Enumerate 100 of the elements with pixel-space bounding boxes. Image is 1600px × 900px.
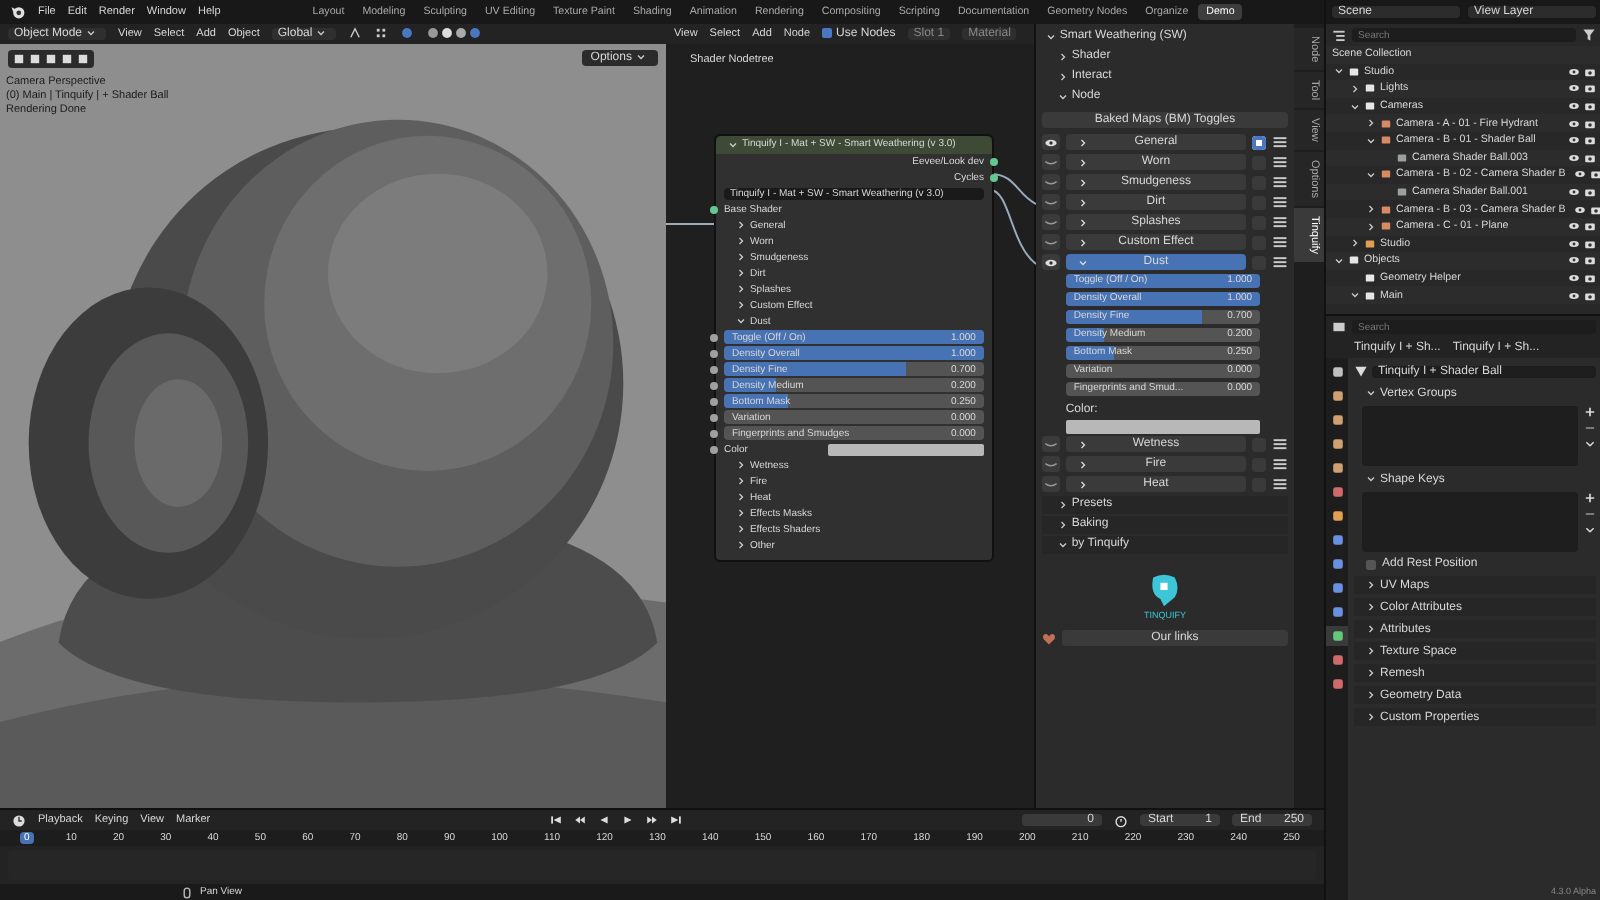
eye-icon[interactable]	[1573, 203, 1586, 216]
list-menu-icon[interactable]	[1272, 194, 1289, 211]
visibility-toggle[interactable]	[1041, 234, 1060, 251]
eye-icon[interactable]	[1568, 272, 1580, 285]
chevron-down-icon	[635, 52, 646, 63]
shader-node[interactable]	[713, 133, 994, 562]
mesh-data-icon	[1354, 364, 1368, 378]
display-mode-icon[interactable]	[1332, 28, 1346, 42]
chevron-right-icon[interactable]	[1366, 221, 1376, 232]
chevron-down-icon[interactable]	[1334, 66, 1344, 77]
editor-type-icon[interactable]	[1332, 320, 1346, 334]
camera-icon[interactable]	[1584, 65, 1596, 78]
chevron-down-icon[interactable]	[727, 139, 738, 150]
eye-icon[interactable]	[1568, 186, 1580, 199]
chevron-down-icon	[1045, 31, 1056, 42]
visibility-toggle[interactable]	[1041, 174, 1060, 191]
chevron-down-icon	[1366, 474, 1376, 484]
chevron-down-icon[interactable]	[1334, 255, 1344, 266]
chevron-down-icon	[86, 28, 97, 39]
list-menu-icon[interactable]	[1272, 214, 1289, 231]
mouse-icon	[180, 885, 194, 899]
blender-logo-icon[interactable]	[10, 3, 26, 20]
visibility-toggle[interactable]	[1041, 456, 1060, 473]
eye-icon[interactable]	[1573, 168, 1586, 181]
list-menu-icon[interactable]	[1272, 436, 1289, 453]
chevron-down-icon	[735, 316, 746, 327]
overlay-icon[interactable]	[400, 26, 415, 41]
list-menu-icon[interactable]	[1272, 234, 1289, 251]
socket[interactable]	[709, 205, 718, 214]
chevron-right-icon	[1366, 646, 1376, 656]
camera-icon[interactable]	[1584, 100, 1596, 113]
list-menu-icon[interactable]	[1272, 254, 1289, 271]
chevron-right-icon[interactable]	[1366, 204, 1376, 215]
tinquify-logo-icon	[1146, 571, 1183, 608]
eye-icon[interactable]	[1568, 100, 1580, 113]
jump-end-icon[interactable]	[670, 814, 683, 827]
properties-tab[interactable]	[1326, 626, 1348, 646]
chevron-down-icon[interactable]	[1366, 135, 1376, 146]
remove-icon[interactable]	[1584, 422, 1596, 434]
chevron-down-icon[interactable]	[1350, 101, 1360, 112]
clock-icon[interactable]	[12, 813, 26, 828]
jump-start-icon[interactable]	[550, 814, 563, 827]
camera-icon[interactable]	[1584, 254, 1596, 267]
filter-icon[interactable]	[1582, 28, 1596, 42]
visibility-toggle[interactable]	[1041, 194, 1060, 211]
shading-icon[interactable]	[426, 26, 483, 41]
chevron-down-icon[interactable]	[1350, 290, 1360, 301]
chevron-down-icon[interactable]	[1584, 438, 1596, 450]
chevron-down-icon[interactable]	[1584, 524, 1596, 536]
eye-icon[interactable]	[1568, 134, 1580, 147]
visibility-toggle[interactable]	[1041, 214, 1060, 231]
chevron-down-icon	[1077, 257, 1088, 268]
list-menu-icon[interactable]	[1272, 174, 1289, 191]
eye-icon[interactable]	[1568, 82, 1580, 95]
list-menu-icon[interactable]	[1272, 134, 1289, 151]
chevron-right-icon[interactable]	[1350, 83, 1360, 94]
eye-icon[interactable]	[1568, 237, 1580, 250]
eye-icon	[1043, 257, 1058, 268]
camera-icon[interactable]	[1589, 203, 1600, 216]
chevron-down-icon	[1057, 91, 1068, 102]
stopwatch-icon[interactable]	[1114, 813, 1129, 828]
camera-icon[interactable]	[1584, 272, 1596, 285]
grid-icon[interactable]	[374, 26, 389, 41]
camera-icon[interactable]	[1584, 82, 1596, 95]
effect-checkbox[interactable]	[1252, 135, 1267, 150]
list-menu-icon[interactable]	[1272, 476, 1289, 493]
camera-icon[interactable]	[1584, 237, 1596, 250]
effect-checkbox[interactable]	[1252, 437, 1267, 452]
chevron-right-icon[interactable]	[1366, 118, 1376, 129]
camera-icon[interactable]	[1584, 186, 1596, 199]
camera-icon[interactable]	[1584, 289, 1596, 302]
chevron-down-icon[interactable]	[1366, 169, 1376, 180]
camera-icon[interactable]	[1584, 220, 1596, 233]
chevron-right-icon[interactable]	[1350, 238, 1360, 249]
eye-icon[interactable]	[1568, 117, 1580, 130]
eye-icon[interactable]	[1568, 254, 1580, 267]
eye-icon[interactable]	[1568, 289, 1580, 302]
list-menu-icon[interactable]	[1272, 154, 1289, 171]
chevron-down-icon	[316, 28, 327, 39]
add-icon[interactable]	[1584, 406, 1596, 418]
camera-icon[interactable]	[1584, 117, 1596, 130]
snap-icon[interactable]	[348, 26, 363, 41]
visibility-toggle[interactable]	[1041, 254, 1060, 271]
color-swatch[interactable]	[1065, 419, 1261, 434]
visibility-toggle[interactable]	[1041, 476, 1060, 493]
camera-icon[interactable]	[1584, 134, 1596, 147]
visibility-toggle[interactable]	[1041, 436, 1060, 453]
list-menu-icon[interactable]	[1272, 456, 1289, 473]
visibility-toggle[interactable]	[1041, 154, 1060, 171]
camera-icon[interactable]	[1584, 151, 1596, 164]
camera-icon[interactable]	[1589, 168, 1600, 181]
eye-icon	[1043, 137, 1058, 148]
eye-icon[interactable]	[1568, 220, 1580, 233]
eye-icon[interactable]	[1568, 65, 1580, 78]
visibility-toggle[interactable]	[1041, 134, 1060, 151]
remove-icon[interactable]	[1584, 508, 1596, 520]
add-icon[interactable]	[1584, 492, 1596, 504]
color-swatch[interactable]	[827, 443, 984, 456]
chevron-right-icon	[1366, 712, 1376, 722]
eye-icon[interactable]	[1568, 151, 1580, 164]
